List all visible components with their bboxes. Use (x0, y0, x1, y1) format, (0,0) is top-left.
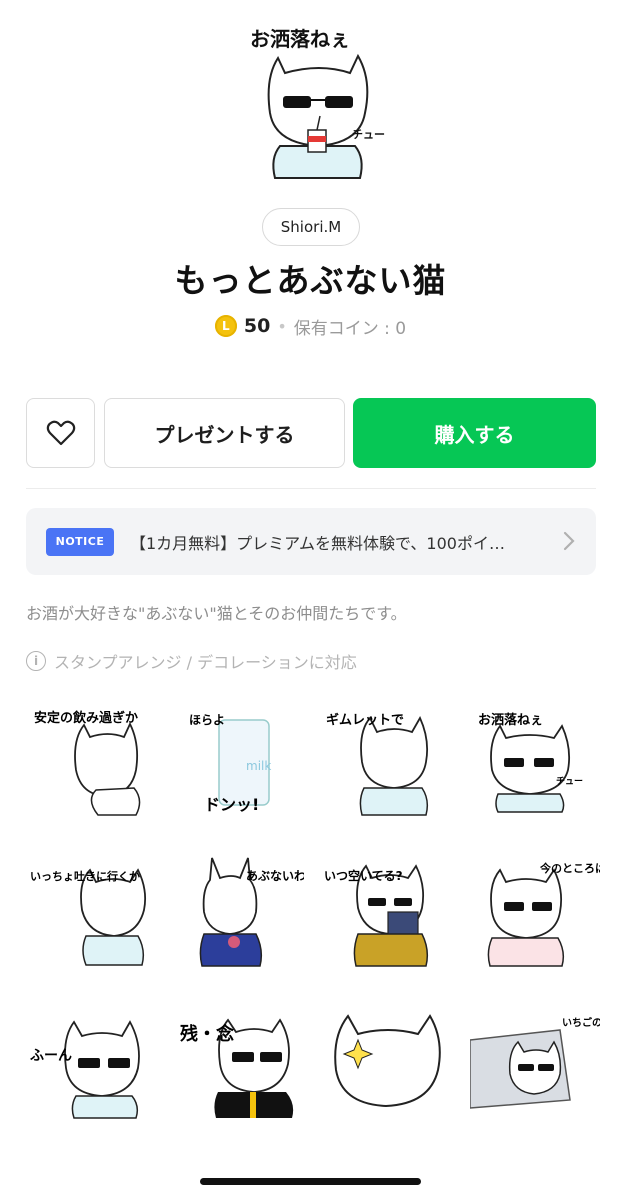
price-separator: • (277, 316, 287, 336)
sticker-title: もっとあぶない猫 (174, 261, 447, 300)
sticker-item[interactable]: 安定の飲み過ぎか (26, 700, 156, 820)
buy-button[interactable]: 購入する (353, 398, 596, 468)
sticker-caption: いつ空いてる? (324, 868, 403, 883)
sticker-description: お酒が大好きな"あぶない"猫とそのお仲間たちです。 (26, 604, 407, 623)
hero-sticker-image: お洒落ねぇ チュー (240, 18, 400, 183)
sticker-caption: いっちょ吐きに行くか (30, 869, 140, 883)
sticker-label: milk (246, 759, 271, 773)
action-buttons: プレゼントする 購入する (26, 398, 596, 468)
sticker-item[interactable] (322, 1000, 452, 1120)
notice-banner[interactable]: NOTICE 【1カ月無料】プレミアムを無料体験で、100ポイ… (26, 508, 596, 575)
sticker-item[interactable]: 今のところは (470, 850, 606, 970)
sticker-item[interactable]: いちごの歯磨き粉ある? (469, 1000, 621, 1120)
price-row: L 50 • 保有コイン : 0 (0, 312, 621, 340)
sticker-caption: 今のところは (539, 861, 600, 875)
sticker-item[interactable]: お洒落ねぇ チュー (470, 700, 600, 820)
sticker-item[interactable]: いつ空いてる? (322, 850, 452, 970)
sticker-item[interactable]: milk ほらよ ドンッ! (174, 700, 304, 820)
sticker-caption: お洒落ねぇ (478, 712, 543, 728)
coin-icon: L (214, 315, 237, 337)
sticker-extra: ドンッ! (204, 795, 259, 814)
sticker-caption: ふーん (30, 1048, 72, 1064)
sticker-item[interactable]: いっちょ吐きに行くか (26, 850, 156, 970)
feature-text: スタンプアレンジ / デコレーションに対応 (54, 653, 357, 672)
divider (26, 488, 596, 489)
info-icon: i (26, 651, 46, 671)
sticker-item[interactable]: ギムレットで (322, 700, 452, 820)
price-amount: 50 (243, 315, 271, 337)
sticker-caption: 残・念 (180, 1023, 234, 1045)
sticker-caption: ほらよ (189, 713, 225, 727)
gift-button[interactable]: プレゼントする (104, 398, 345, 468)
sticker-item[interactable]: ふーん (26, 1000, 156, 1120)
owned-coins: 保有コイン : 0 (293, 318, 407, 339)
chevron-right-icon (563, 531, 575, 551)
favorite-button[interactable] (26, 398, 95, 468)
sticker-caption: ギムレットで (326, 712, 404, 728)
sticker-item[interactable]: 残・念 (174, 1000, 304, 1120)
heart-icon (46, 420, 75, 446)
feature-note: i スタンプアレンジ / デコレーションに対応 (26, 649, 357, 673)
creator-link[interactable]: Shiori.M (262, 208, 360, 246)
sticker-caption: いちごの歯磨き粉ある? (562, 1016, 600, 1029)
notice-text: 【1カ月無料】プレミアムを無料体験で、100ポイ… (130, 533, 505, 553)
hero-caption: お洒落ねぇ (250, 27, 350, 51)
sticker-extra: チュー (556, 776, 583, 787)
home-indicator[interactable] (200, 1178, 421, 1185)
notice-badge: NOTICE (46, 527, 114, 556)
sticker-item[interactable]: あぶないわ〜 (174, 850, 318, 970)
hero-sfx: チュー (352, 128, 385, 141)
sticker-caption: あぶないわ〜 (246, 869, 304, 883)
sticker-caption: 安定の飲み過ぎか (34, 710, 138, 726)
